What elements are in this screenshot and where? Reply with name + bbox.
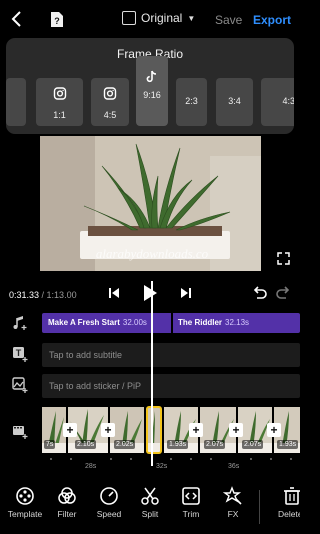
current-time: 0:31.33 — [9, 290, 40, 300]
speed-icon — [100, 487, 118, 505]
delete-icon — [284, 487, 300, 505]
video-preview[interactable]: alarabydownloads.co — [40, 136, 261, 271]
ruler-label: 28s — [85, 463, 97, 470]
filter-button[interactable]: Filter — [44, 486, 90, 519]
caret-down-icon: ▼ — [187, 13, 196, 23]
play-icon[interactable] — [142, 283, 158, 303]
ratio-label: 4:5 — [103, 110, 117, 120]
instagram-icon — [103, 87, 117, 100]
fullscreen-icon[interactable] — [277, 252, 290, 265]
clip-selection-frame[interactable] — [146, 406, 162, 454]
ratio-option-4-5[interactable]: 4:5 — [91, 78, 129, 126]
sticker-add-icon[interactable] — [12, 377, 28, 393]
add-transition-button[interactable]: + — [229, 423, 243, 437]
sticker-lane[interactable]: Tap to add sticker / PiP — [42, 374, 300, 398]
undo-icon[interactable] — [252, 286, 267, 300]
ratio-option-4-3[interactable]: 4:3 — [261, 78, 294, 126]
ratio-option-3-4[interactable]: 3:4 — [216, 78, 253, 126]
save-button[interactable]: Save — [215, 13, 242, 27]
trim-button[interactable]: Trim — [168, 486, 214, 519]
music-track[interactable]: Make A Fresh Start 32.00s The Riddler 32.1… — [42, 313, 300, 333]
fx-button[interactable]: FX — [210, 486, 256, 519]
svg-text:T: T — [16, 348, 22, 358]
ratio-selector-label: Original — [141, 11, 183, 25]
project-help-icon[interactable]: ? — [50, 11, 64, 28]
add-transition-button[interactable]: + — [63, 423, 77, 437]
music-clip-1[interactable]: Make A Fresh Start 32.00s — [48, 318, 147, 327]
fx-icon — [223, 486, 242, 505]
skip-forward-icon[interactable] — [180, 286, 192, 300]
speed-button[interactable]: Speed — [86, 486, 132, 519]
tiktok-icon — [146, 70, 157, 83]
back-icon[interactable] — [8, 10, 26, 28]
add-transition-button[interactable]: + — [267, 423, 281, 437]
split-button[interactable]: Split — [127, 486, 173, 519]
delete-button[interactable]: Delete — [268, 486, 300, 519]
skip-back-icon[interactable] — [108, 286, 120, 300]
ratio-option-9-16[interactable]: 9:16 — [136, 56, 168, 126]
frame-ratio-panel: Frame Ratio 1:1 4:5 9:16 2:3 3:4 4:3 — [6, 38, 294, 134]
video-filmstrip[interactable]: 7s 2.10s 2.02s 1.93s 2.07s 2.07s 1.93s +… — [42, 406, 300, 454]
instagram-icon — [53, 87, 66, 100]
video-track-icon[interactable] — [12, 423, 28, 439]
ratio-box-icon — [122, 11, 136, 25]
snake-plant-image: alarabydownloads.co — [40, 136, 261, 271]
ratio-option-2-3[interactable]: 2:3 — [176, 78, 207, 126]
toolbar-divider — [259, 490, 260, 524]
add-transition-button[interactable]: + — [101, 423, 115, 437]
subtitle-placeholder: Tap to add subtitle — [49, 350, 123, 360]
ratio-option-1-1[interactable]: 1:1 — [36, 78, 83, 126]
top-bar: ? Original ▼ Save Export — [0, 0, 300, 38]
music-note-add-icon[interactable] — [12, 315, 28, 331]
clip-divider — [171, 313, 173, 333]
sticker-placeholder: Tap to add sticker / PiP — [49, 381, 142, 391]
bottom-toolbar: Template Filter Speed Split Trim FX Dele… — [0, 486, 300, 534]
template-button[interactable]: Template — [2, 486, 48, 519]
export-button[interactable]: Export — [253, 13, 291, 27]
ratio-option-partial[interactable] — [6, 78, 26, 126]
watermark-text: alarabydownloads.co — [96, 246, 209, 261]
timecode: 0:31.33 / 1:13.00 — [9, 290, 77, 300]
ratio-label: 2:3 — [185, 96, 198, 106]
playhead[interactable] — [151, 281, 153, 466]
text-add-icon[interactable]: T — [12, 346, 28, 362]
ratio-label: 4:3 — [282, 96, 294, 106]
ruler-label: 32s — [156, 463, 168, 470]
ratio-label: 9:16 — [143, 90, 161, 100]
subtitle-lane[interactable]: Tap to add subtitle — [42, 343, 300, 367]
video-clip[interactable]: 2.02s — [110, 407, 144, 453]
ratio-label: 1:1 — [53, 110, 66, 120]
ratio-label: 3:4 — [228, 96, 241, 106]
music-clip-2[interactable]: The Riddler 32.13s — [178, 318, 249, 327]
timeline-ruler: 28s 32s 36s — [40, 455, 300, 473]
filter-icon — [58, 487, 76, 504]
total-time: 1:13.00 — [46, 290, 77, 300]
svg-text:?: ? — [54, 16, 60, 26]
template-icon — [16, 487, 34, 505]
trim-icon — [182, 487, 200, 505]
redo-icon[interactable] — [276, 286, 291, 300]
ratio-selector[interactable]: Original ▼ — [122, 11, 195, 25]
ruler-label: 36s — [228, 463, 240, 470]
add-transition-button[interactable]: + — [189, 423, 203, 437]
split-icon — [141, 487, 159, 505]
